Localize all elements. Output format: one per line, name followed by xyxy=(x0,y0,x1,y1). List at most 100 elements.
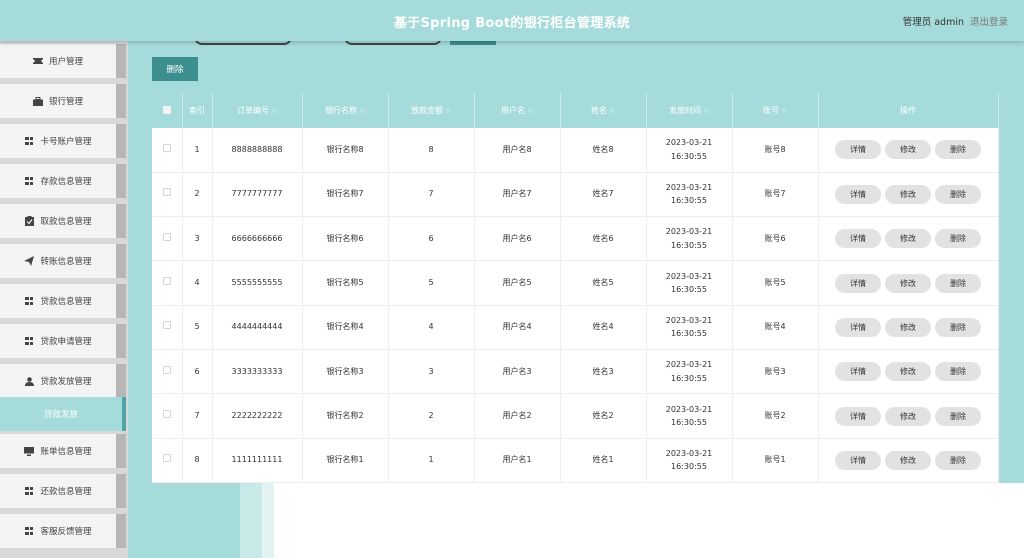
detail-button[interactable]: 详情 xyxy=(835,140,881,160)
column-header[interactable]: 放款金额 ⇅ xyxy=(388,93,475,128)
detail-button[interactable]: 详情 xyxy=(835,184,881,204)
loan-amount-cell: 2 xyxy=(388,393,475,439)
name-cell: 姓名2 xyxy=(560,393,647,439)
column-header[interactable]: 姓名 ⇅ xyxy=(560,93,647,128)
username-cell: 用户名6 xyxy=(474,216,561,262)
sidebar-item-repayment-management[interactable]: 还款信息管理 xyxy=(0,474,126,508)
delete-button[interactable]: 删除 xyxy=(935,406,981,426)
column-header[interactable]: 银行名称 ⇅ xyxy=(302,93,389,128)
sidebar-item-label: 还款信息管理 xyxy=(40,487,92,497)
select-cell[interactable] xyxy=(152,128,183,173)
row-checkbox[interactable] xyxy=(162,188,171,197)
sidebar-item-loan-application-management[interactable]: 贷款申请管理 xyxy=(0,324,126,358)
sidebar-item-label: 银行管理 xyxy=(48,97,83,107)
delete-button[interactable]: 删除 xyxy=(935,362,981,382)
batch-delete-button[interactable]: 删除 xyxy=(152,57,198,81)
delete-button[interactable]: 删除 xyxy=(935,273,981,293)
select-cell[interactable] xyxy=(152,216,183,262)
column-header[interactable]: 订单编号 ⇅ xyxy=(212,93,303,128)
detail-button[interactable]: 详情 xyxy=(835,229,881,249)
sidebar-item-feedback-management[interactable]: 客服反馈管理 xyxy=(0,514,126,548)
table-row: 1 8888888888 银行名称8 8 用户名8 姓名8 2023-03-21 16:30… xyxy=(152,128,999,173)
sidebar-item-transfer-management[interactable]: 转账信息管理 xyxy=(0,244,126,278)
delete-button[interactable]: 删除 xyxy=(935,229,981,249)
sidebar-item-withdrawal-management[interactable]: 取款信息管理 xyxy=(0,204,126,238)
sidebar-item-loan-disbursement-management[interactable]: 贷款发放管理 xyxy=(0,364,126,398)
edit-button[interactable]: 修改 xyxy=(885,229,931,249)
row-checkbox[interactable] xyxy=(162,277,171,286)
actions-cell: 详情 修改 删除 xyxy=(818,128,999,173)
edit-button[interactable]: 修改 xyxy=(885,273,931,293)
select-cell[interactable] xyxy=(152,349,183,395)
select-cell[interactable] xyxy=(152,305,183,351)
name-cell: 姓名5 xyxy=(560,260,647,306)
edit-button[interactable]: 修改 xyxy=(885,140,931,160)
sidebar-item-loan-info-management[interactable]: 贷款信息管理 xyxy=(0,284,126,318)
sidebar-subitem-loan-disbursement[interactable]: 贷款发放 xyxy=(0,397,126,431)
account-cell: 账号7 xyxy=(732,172,819,218)
sidebar-item-deposit-management[interactable]: 存款信息管理 xyxy=(0,164,126,198)
select-all-checkbox[interactable] xyxy=(162,105,171,114)
sort-icon[interactable]: ⇅ xyxy=(360,108,365,115)
grid-icon xyxy=(24,136,34,146)
select-all-header[interactable] xyxy=(152,93,183,128)
name-cell: 姓名7 xyxy=(560,172,647,218)
detail-button[interactable]: 详情 xyxy=(835,273,881,293)
grid-icon xyxy=(24,526,34,536)
logout-link[interactable]: 退出登录 xyxy=(970,14,1008,28)
row-checkbox[interactable] xyxy=(162,232,171,241)
select-cell[interactable] xyxy=(152,172,183,218)
sidebar-item-bill-management[interactable]: 账单信息管理 xyxy=(0,434,126,468)
table-row: 2 7777777777 银行名称7 7 用户名7 姓名7 2023-03-21 16:30… xyxy=(152,172,999,218)
select-cell[interactable] xyxy=(152,438,183,484)
detail-button[interactable]: 详情 xyxy=(835,450,881,470)
search-button-edge[interactable] xyxy=(450,41,496,45)
row-checkbox[interactable] xyxy=(162,410,171,419)
row-checkbox[interactable] xyxy=(162,365,171,374)
edit-button[interactable]: 修改 xyxy=(885,450,931,470)
row-checkbox[interactable] xyxy=(162,143,171,152)
app-title: 基于Spring Boot的银行柜台管理系统 xyxy=(393,16,631,31)
loan-disbursement-table: 索引 订单编号 ⇅ 银行名称 ⇅ 放款金额 ⇅ 用户名 ⇅ 姓名 ⇅ 发放时间 ⇅ 账号 ⇅ … xyxy=(152,93,999,484)
edit-button[interactable]: 修改 xyxy=(885,406,931,426)
sort-icon[interactable]: ⇅ xyxy=(446,108,451,115)
column-header[interactable]: 发放时间 ⇅ xyxy=(646,93,733,128)
grid-icon xyxy=(24,296,34,306)
bank-name-cell: 银行名称8 xyxy=(302,128,389,173)
main-content: 删除 索引 订单编号 ⇅ 银行名称 ⇅ 放款金额 ⇅ 用户名 ⇅ 姓名 ⇅ 发放时间 ⇅ 账… xyxy=(128,33,1024,558)
row-checkbox[interactable] xyxy=(162,321,171,330)
name-cell: 姓名1 xyxy=(560,438,647,484)
order-number-cell: 6666666666 xyxy=(212,216,303,262)
delete-button[interactable]: 删除 xyxy=(935,450,981,470)
sidebar-item-user-management[interactable]: 用户管理 xyxy=(0,44,126,78)
sort-icon[interactable]: ⇅ xyxy=(272,108,277,115)
column-header[interactable]: 用户名 ⇅ xyxy=(474,93,561,128)
sort-icon[interactable]: ⇅ xyxy=(782,108,787,115)
edit-button[interactable]: 修改 xyxy=(885,317,931,337)
content-background xyxy=(274,483,1024,558)
detail-button[interactable]: 详情 xyxy=(835,406,881,426)
edit-button[interactable]: 修改 xyxy=(885,362,931,382)
edit-button[interactable]: 修改 xyxy=(885,184,931,204)
bank-name-cell: 银行名称7 xyxy=(302,172,389,218)
delete-button[interactable]: 删除 xyxy=(935,140,981,160)
delete-button[interactable]: 删除 xyxy=(935,317,981,337)
row-checkbox[interactable] xyxy=(162,454,171,463)
sidebar-item-bank-management[interactable]: 银行管理 xyxy=(0,84,126,118)
detail-button[interactable]: 详情 xyxy=(835,362,881,382)
column-header[interactable]: 账号 ⇅ xyxy=(732,93,819,128)
delete-button[interactable]: 删除 xyxy=(935,184,981,204)
sidebar-item-card-account-management[interactable]: 卡号账户管理 xyxy=(0,124,126,158)
select-cell[interactable] xyxy=(152,393,183,439)
sort-icon[interactable]: ⇅ xyxy=(704,108,709,115)
username-cell: 用户名5 xyxy=(474,260,561,306)
bank-name-cell: 银行名称1 xyxy=(302,438,389,484)
bank-name-cell: 银行名称6 xyxy=(302,216,389,262)
select-cell[interactable] xyxy=(152,260,183,306)
detail-button[interactable]: 详情 xyxy=(835,317,881,337)
actions-cell: 详情 修改 删除 xyxy=(818,438,999,484)
sort-icon[interactable]: ⇅ xyxy=(610,108,615,115)
sort-icon[interactable]: ⇅ xyxy=(528,108,533,115)
top-header: 基于Spring Boot的银行柜台管理系统 管理员 admin 退出登录 xyxy=(0,0,1024,41)
order-number-cell: 2222222222 xyxy=(212,393,303,439)
